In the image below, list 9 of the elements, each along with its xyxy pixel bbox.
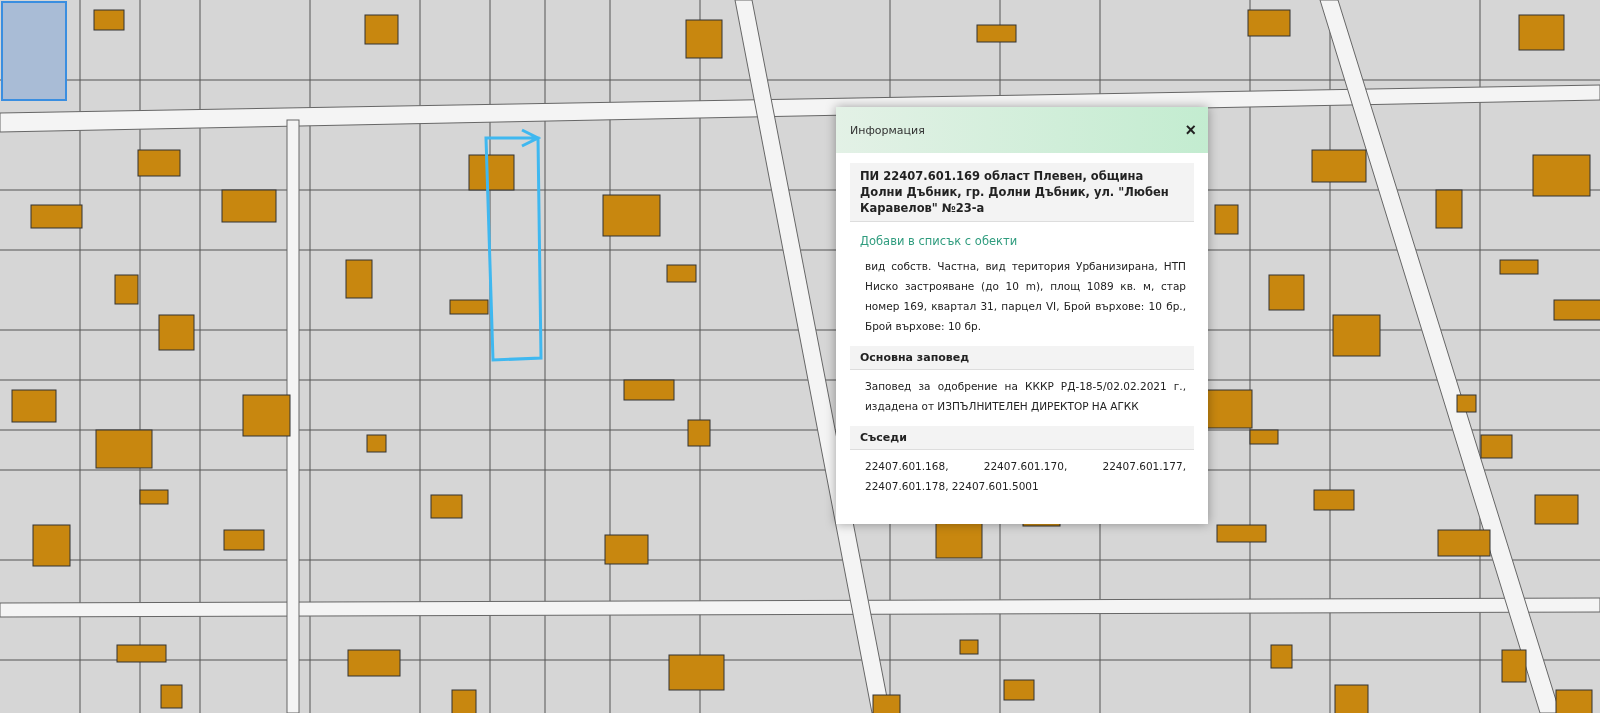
section-heading: Основна заповед	[850, 346, 1194, 370]
section-heading: Съседи	[850, 426, 1194, 450]
parcel-heading: ПИ 22407.601.169 област Плевен, община Долни Дъбник, гр. Долни Дъбник, ул. "Любен Каравелов" №23-а	[850, 163, 1194, 222]
section-text: Заповед за одобрение на КККР РД-18-5/02.02.2021 г., издадена от ИЗПЪЛНИТЕЛЕН ДИРЕКТОР НА АГКК	[865, 379, 1186, 414]
close-button[interactable]: ×	[1185, 119, 1196, 141]
section-text: 22407.601.168, 22407.601.170, 22407.601.177, 22407.601.178, 22407.601.5001	[865, 459, 1186, 494]
panel-title: Информация	[850, 123, 925, 137]
add-to-list-link[interactable]: Добави в списък с обекти	[860, 234, 1184, 248]
parcel-description: вид собств. Частна, вид територия Урбанизирана, НТП Ниско застрояване (до 10 m), площ 1089 кв. м, стар номер 169, квартал 31, парцел VI, Брой върхове: 10 бр., Брой върхове: 10 бр.	[865, 259, 1186, 334]
